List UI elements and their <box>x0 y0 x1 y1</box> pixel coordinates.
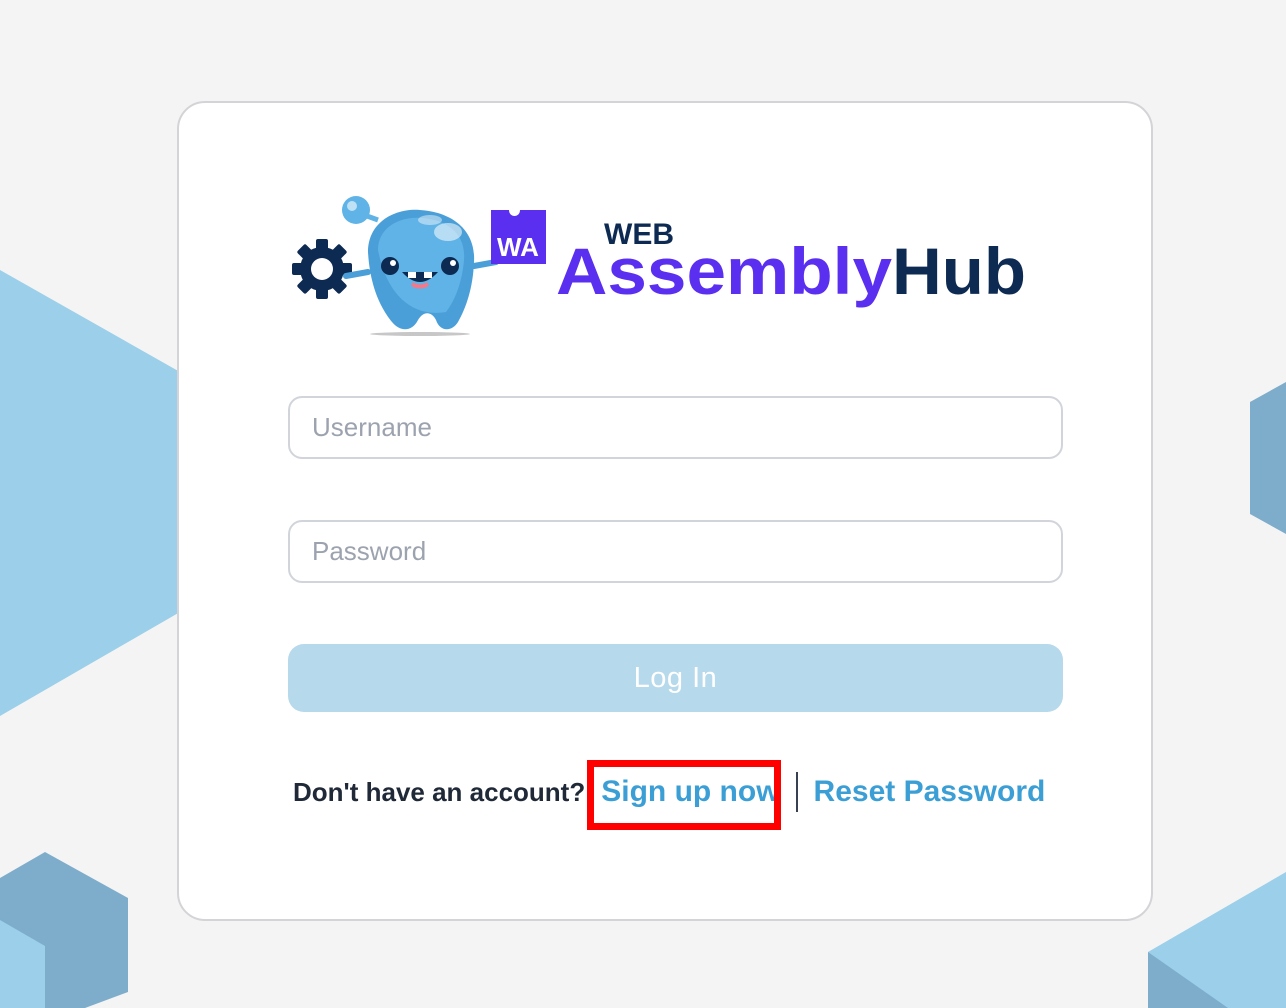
wa-badge-icon: WA <box>491 210 546 264</box>
no-account-text: Don't have an account? <box>293 776 586 807</box>
mascot-icon <box>342 196 499 336</box>
password-input[interactable] <box>288 520 1063 583</box>
link-divider <box>795 772 798 812</box>
logo-word-assembly: Assembly <box>556 234 892 308</box>
login-button[interactable]: Log In <box>288 644 1063 712</box>
username-input[interactable] <box>288 396 1063 459</box>
logo-word-hub: Hub <box>892 234 1026 308</box>
reset-password-link[interactable]: Reset Password <box>814 775 1046 809</box>
webassembly-hub-logo: WA WEB Assembly Hub <box>292 196 1026 336</box>
account-links: Don't have an account? Sign up now Reset… <box>293 760 1046 830</box>
bg-hexagon-right <box>1250 382 1286 534</box>
signup-link-label: Sign up now <box>601 775 780 808</box>
wa-badge-text: WA <box>497 232 539 262</box>
gear-icon <box>292 239 352 299</box>
bg-hexagon-left <box>0 270 180 716</box>
signup-link[interactable]: Sign up now <box>587 760 782 830</box>
